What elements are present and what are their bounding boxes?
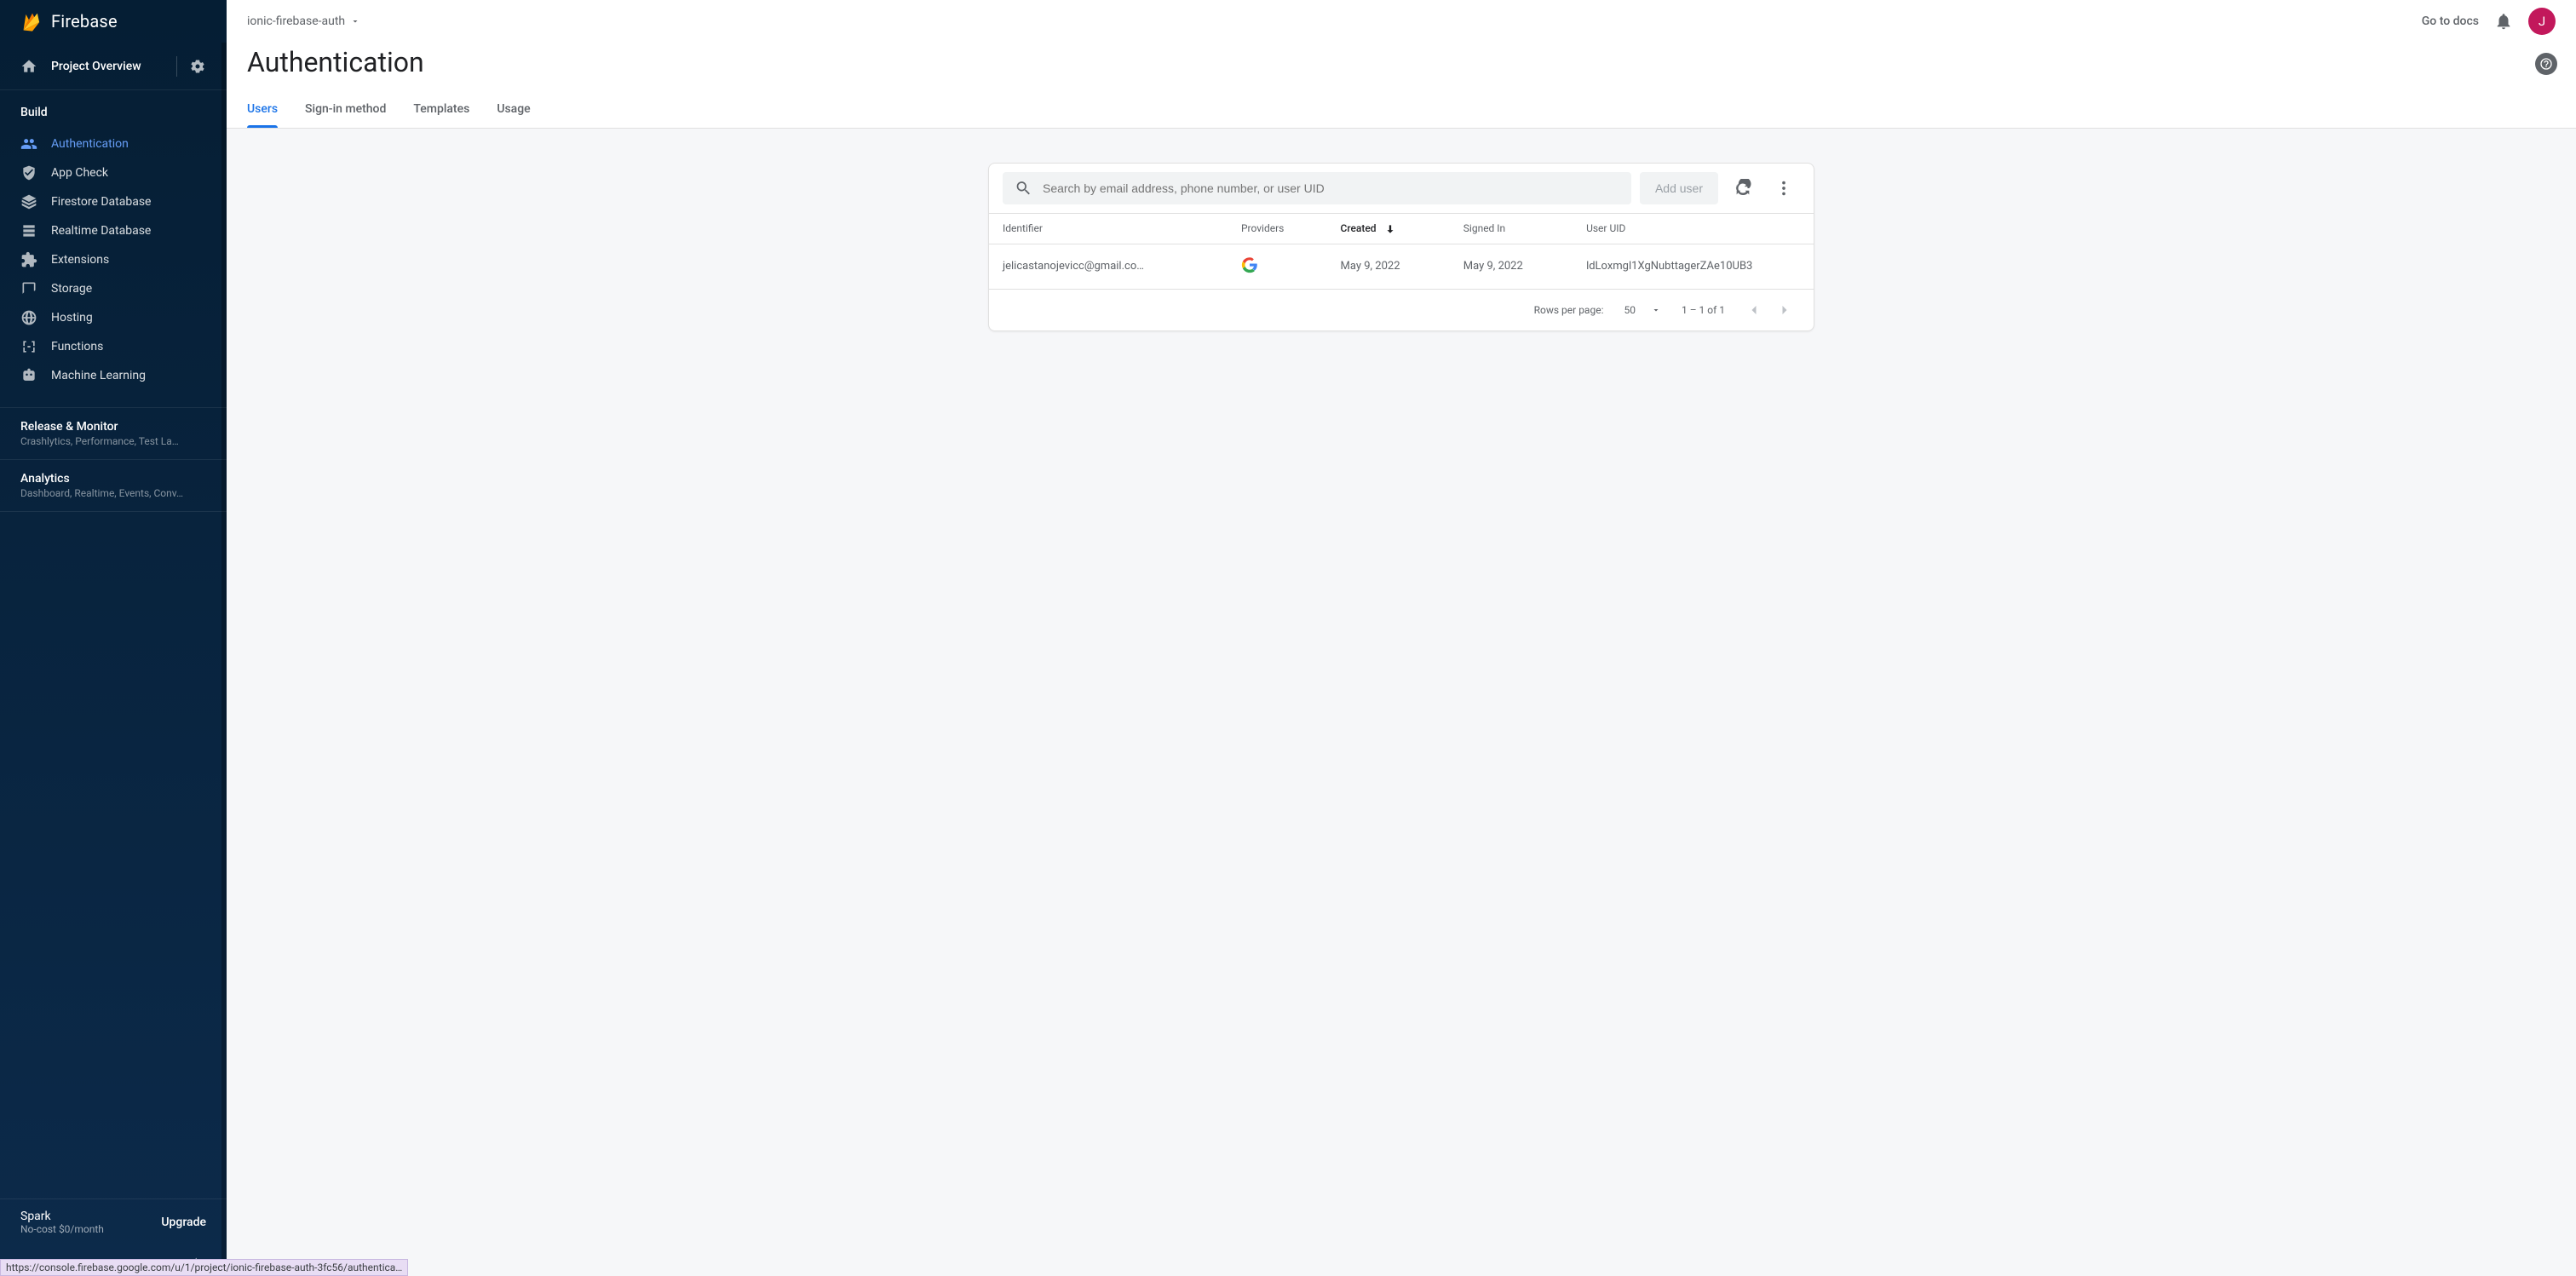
sidebar-item-app-check[interactable]: App Check: [0, 158, 227, 187]
sidebar-item-realtime-db[interactable]: Realtime Database: [0, 216, 227, 245]
build-section-header[interactable]: Build: [0, 90, 227, 129]
notifications-bell-icon[interactable]: [2494, 12, 2513, 31]
functions-icon: [20, 338, 37, 355]
users-card: Add user Identifier Providers: [988, 163, 1814, 331]
tabs: Users Sign-in method Templates Usage: [227, 92, 2576, 129]
tab-templates[interactable]: Templates: [413, 92, 469, 128]
refresh-button[interactable]: [1727, 172, 1759, 204]
col-created[interactable]: Created: [1327, 214, 1450, 244]
tab-usage[interactable]: Usage: [497, 92, 530, 128]
section-subtitle: Dashboard, Realtime, Events, Conv…: [20, 487, 206, 499]
sidebar-item-functions[interactable]: Functions: [0, 332, 227, 361]
sidebar-item-label: Firestore Database: [51, 195, 151, 209]
sidebar-item-label: Extensions: [51, 253, 109, 267]
plan-name: Spark: [20, 1210, 161, 1223]
sidebar-item-label: Functions: [51, 340, 103, 353]
sidebar-item-authentication[interactable]: Authentication: [0, 129, 227, 158]
plan-sub: No-cost $0/month: [20, 1223, 161, 1235]
prev-page-icon[interactable]: [1745, 302, 1762, 319]
rows-per-page-select[interactable]: 50: [1624, 304, 1661, 316]
sidebar-item-storage[interactable]: Storage: [0, 274, 227, 303]
dropdown-triangle-icon: [350, 16, 360, 26]
sidebar-item-extensions[interactable]: Extensions: [0, 245, 227, 274]
puzzle-icon: [20, 251, 37, 268]
help-button[interactable]: [2535, 53, 2557, 75]
page-title: Authentication: [227, 43, 2576, 92]
firebase-logo[interactable]: Firebase: [0, 0, 227, 43]
sidebar-item-label: Realtime Database: [51, 224, 151, 238]
cell-signed-in: May 9, 2022: [1450, 244, 1573, 289]
sidebar-item-label: Machine Learning: [51, 369, 146, 382]
database-icon: [20, 222, 37, 239]
card-toolbar: Add user: [989, 164, 1814, 213]
home-icon: [20, 58, 37, 75]
more-menu-button[interactable]: [1768, 172, 1800, 204]
upgrade-button[interactable]: Upgrade: [161, 1216, 206, 1229]
col-signed-in[interactable]: Signed In: [1450, 214, 1573, 244]
cell-providers: [1228, 244, 1327, 289]
sidebar-item-hosting[interactable]: Hosting: [0, 303, 227, 332]
sidebar-item-ml[interactable]: Machine Learning: [0, 361, 227, 390]
robot-icon: [20, 367, 37, 384]
help-icon: [2539, 57, 2553, 71]
user-avatar[interactable]: J: [2528, 8, 2556, 35]
sidebar-item-firestore[interactable]: Firestore Database: [0, 187, 227, 216]
cell-uid: ldLoxmgl1XgNubttagerZAe10UB3: [1573, 244, 1814, 289]
folder-icon: [20, 280, 37, 297]
sidebar-item-label: Authentication: [51, 137, 129, 151]
analytics-section[interactable]: Analytics Dashboard, Realtime, Events, C…: [0, 460, 227, 512]
project-selector[interactable]: ionic-firebase-auth: [247, 14, 360, 28]
section-title: Release & Monitor: [20, 420, 206, 434]
tab-signin-method[interactable]: Sign-in method: [305, 92, 386, 128]
search-icon: [1015, 179, 1032, 198]
users-table: Identifier Providers Created Signed In U…: [989, 213, 1814, 290]
layers-icon: [20, 193, 37, 210]
main-content: ionic-firebase-auth Go to docs J Authent…: [227, 0, 2576, 1276]
divider: [176, 56, 177, 77]
pagination: Rows per page: 50 1 – 1 of 1: [989, 290, 1814, 330]
project-overview-row: Project Overview: [0, 43, 227, 90]
people-icon: [20, 135, 37, 152]
release-monitor-section[interactable]: Release & Monitor Crashlytics, Performan…: [0, 407, 227, 460]
project-overview-link[interactable]: Project Overview: [51, 60, 164, 73]
plan-row: Spark No-cost $0/month Upgrade: [0, 1198, 227, 1245]
google-icon: [1241, 256, 1258, 273]
col-identifier[interactable]: Identifier: [989, 214, 1228, 244]
rpp-value: 50: [1624, 304, 1636, 316]
sort-down-icon: [1384, 223, 1396, 235]
more-vert-icon: [1774, 179, 1793, 198]
rows-per-page-label: Rows per page:: [1534, 304, 1604, 316]
go-to-docs-link[interactable]: Go to docs: [2422, 14, 2479, 28]
search-input[interactable]: [1043, 181, 1619, 195]
cell-identifier: jelicastanojevicc@gmail.co…: [989, 244, 1228, 289]
col-providers[interactable]: Providers: [1228, 214, 1327, 244]
firebase-flame-icon: [20, 9, 44, 33]
browser-status-bar: https://console.firebase.google.com/u/1/…: [0, 1259, 408, 1276]
refresh-icon: [1734, 179, 1752, 198]
firebase-wordmark: Firebase: [51, 11, 118, 32]
settings-gear-icon[interactable]: [189, 58, 206, 75]
project-name: ionic-firebase-auth: [247, 14, 345, 28]
tab-users[interactable]: Users: [247, 92, 278, 128]
content-area: Add user Identifier Providers: [227, 129, 2576, 1276]
globe-icon: [20, 309, 37, 326]
add-user-button[interactable]: Add user: [1640, 172, 1718, 204]
dropdown-triangle-icon: [1651, 305, 1661, 315]
shield-icon: [20, 164, 37, 181]
pagination-range: 1 – 1 of 1: [1682, 304, 1725, 316]
sidebar-item-label: Hosting: [51, 311, 93, 325]
section-title: Analytics: [20, 472, 206, 486]
table-row[interactable]: jelicastanojevicc@gmail.co… May 9, 2022 …: [989, 244, 1814, 289]
sidebar-item-label: Storage: [51, 282, 92, 296]
next-page-icon[interactable]: [1776, 302, 1793, 319]
section-subtitle: Crashlytics, Performance, Test La…: [20, 435, 206, 447]
col-user-uid[interactable]: User UID: [1573, 214, 1814, 244]
sidebar: Firebase Project Overview Build Authenti…: [0, 0, 227, 1276]
sidebar-item-label: App Check: [51, 166, 108, 180]
cell-created: May 9, 2022: [1327, 244, 1450, 289]
topbar: ionic-firebase-auth Go to docs J: [227, 0, 2576, 43]
search-wrap[interactable]: [1003, 172, 1631, 204]
